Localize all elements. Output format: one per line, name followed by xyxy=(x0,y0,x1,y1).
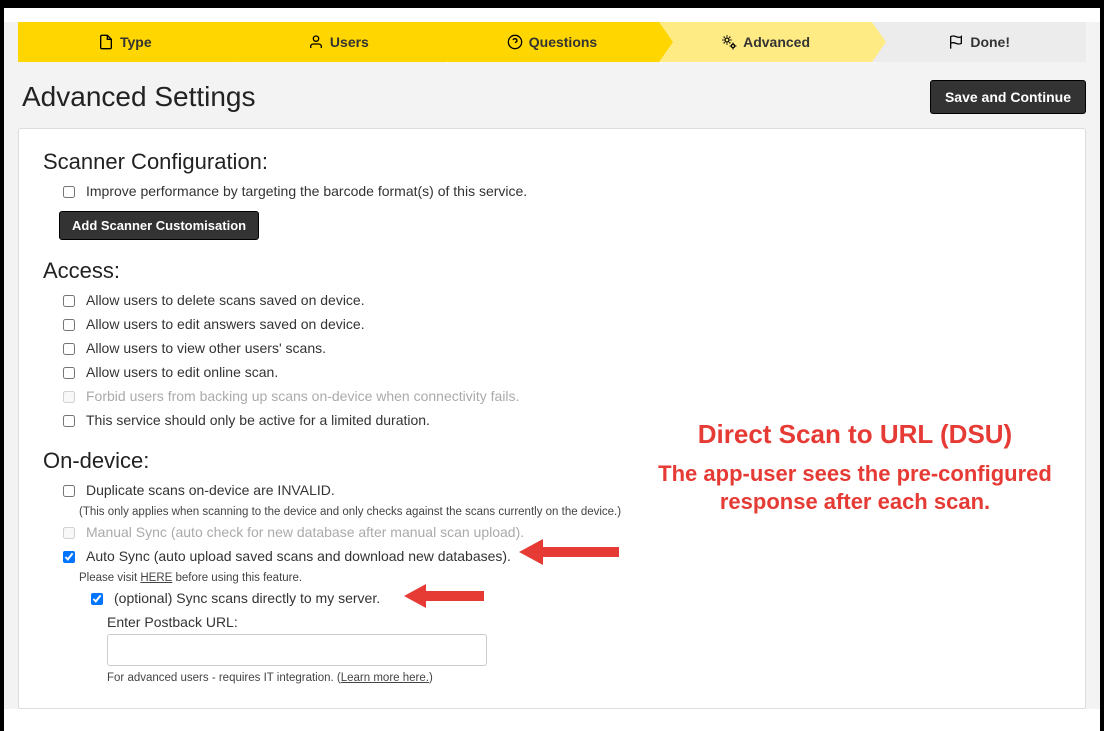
step-label: Users xyxy=(330,34,369,50)
add-scanner-customisation-button[interactable]: Add Scanner Customisation xyxy=(59,211,259,240)
auto-sync-note: Please visit HERE before using this feat… xyxy=(79,572,1061,584)
step-type[interactable]: Type xyxy=(18,22,232,62)
page-title: Advanced Settings xyxy=(22,81,256,113)
opt-label: Manual Sync (auto check for new database… xyxy=(86,524,524,540)
opt-label: Forbid users from backing up scans on-de… xyxy=(86,388,519,404)
duplicate-note: (This only applies when scanning to the … xyxy=(79,506,1061,518)
step-users[interactable]: Users xyxy=(232,22,446,62)
access-heading: Access: xyxy=(43,258,1061,284)
gears-icon xyxy=(721,34,737,50)
checkbox-limited-duration[interactable] xyxy=(63,415,75,427)
opt-label: Allow users to delete scans saved on dev… xyxy=(86,292,365,308)
file-icon xyxy=(98,34,114,50)
step-label: Type xyxy=(120,34,152,50)
opt-label: Improve performance by targeting the bar… xyxy=(86,183,527,199)
flag-icon xyxy=(948,34,964,50)
settings-panel: Scanner Configuration: Improve performan… xyxy=(18,128,1086,709)
step-label: Done! xyxy=(970,34,1010,50)
opt-label: (optional) Sync scans directly to my ser… xyxy=(114,590,380,606)
opt-label: This service should only be active for a… xyxy=(86,412,430,428)
opt-label: Allow users to edit online scan. xyxy=(86,364,278,380)
question-icon xyxy=(507,34,523,50)
note-text: before using this feature. xyxy=(172,572,302,584)
checkbox-sync-direct[interactable] xyxy=(91,593,103,605)
opt-duplicate-invalid[interactable]: Duplicate scans on-device are INVALID. xyxy=(59,482,1061,500)
wizard-steps: Type Users Questions Advanced Done! xyxy=(18,22,1086,62)
opt-label: Duplicate scans on-device are INVALID. xyxy=(86,482,335,498)
opt-allow-view-other[interactable]: Allow users to view other users' scans. xyxy=(59,340,1061,358)
step-advanced[interactable]: Advanced xyxy=(659,22,873,62)
checkbox-allow-edit-answers[interactable] xyxy=(63,319,75,331)
opt-manual-sync: Manual Sync (auto check for new database… xyxy=(59,524,1061,542)
save-continue-button[interactable]: Save and Continue xyxy=(930,80,1086,114)
step-label: Questions xyxy=(529,34,597,50)
opt-label: Auto Sync (auto upload saved scans and d… xyxy=(86,548,511,564)
scanner-heading: Scanner Configuration: xyxy=(43,149,1061,175)
checkbox-allow-delete[interactable] xyxy=(63,295,75,307)
checkbox-allow-edit-online[interactable] xyxy=(63,367,75,379)
postback-url-label: Enter Postback URL: xyxy=(107,614,1061,630)
opt-improve-performance[interactable]: Improve performance by targeting the bar… xyxy=(59,183,1061,201)
opt-allow-delete[interactable]: Allow users to delete scans saved on dev… xyxy=(59,292,1061,310)
opt-limited-duration[interactable]: This service should only be active for a… xyxy=(59,412,1061,430)
checkbox-allow-view-other[interactable] xyxy=(63,343,75,355)
checkbox-duplicate-invalid[interactable] xyxy=(63,485,75,497)
note-text: Please visit xyxy=(79,572,140,584)
checkbox-auto-sync[interactable] xyxy=(63,551,75,563)
checkbox-manual-sync xyxy=(63,527,75,539)
postback-url-input[interactable] xyxy=(107,634,487,666)
step-label: Advanced xyxy=(743,34,810,50)
note-text: For advanced users - requires IT integra… xyxy=(107,672,341,684)
opt-allow-edit-online[interactable]: Allow users to edit online scan. xyxy=(59,364,1061,382)
user-icon xyxy=(308,34,324,50)
learn-more-link[interactable]: Learn more here. xyxy=(341,672,429,684)
checkbox-forbid-backup xyxy=(63,391,75,403)
postback-note: For advanced users - requires IT integra… xyxy=(107,672,1061,684)
note-text: ) xyxy=(429,672,433,684)
opt-allow-edit-answers[interactable]: Allow users to edit answers saved on dev… xyxy=(59,316,1061,334)
opt-forbid-backup: Forbid users from backing up scans on-de… xyxy=(59,388,1061,406)
step-done[interactable]: Done! xyxy=(872,22,1086,62)
here-link[interactable]: HERE xyxy=(140,572,172,584)
opt-label: Allow users to view other users' scans. xyxy=(86,340,326,356)
opt-auto-sync[interactable]: Auto Sync (auto upload saved scans and d… xyxy=(59,548,1061,566)
step-questions[interactable]: Questions xyxy=(445,22,659,62)
checkbox-improve-performance[interactable] xyxy=(63,186,75,198)
ondevice-heading: On-device: xyxy=(43,448,1061,474)
opt-sync-direct[interactable]: (optional) Sync scans directly to my ser… xyxy=(87,590,1061,608)
opt-label: Allow users to edit answers saved on dev… xyxy=(86,316,365,332)
